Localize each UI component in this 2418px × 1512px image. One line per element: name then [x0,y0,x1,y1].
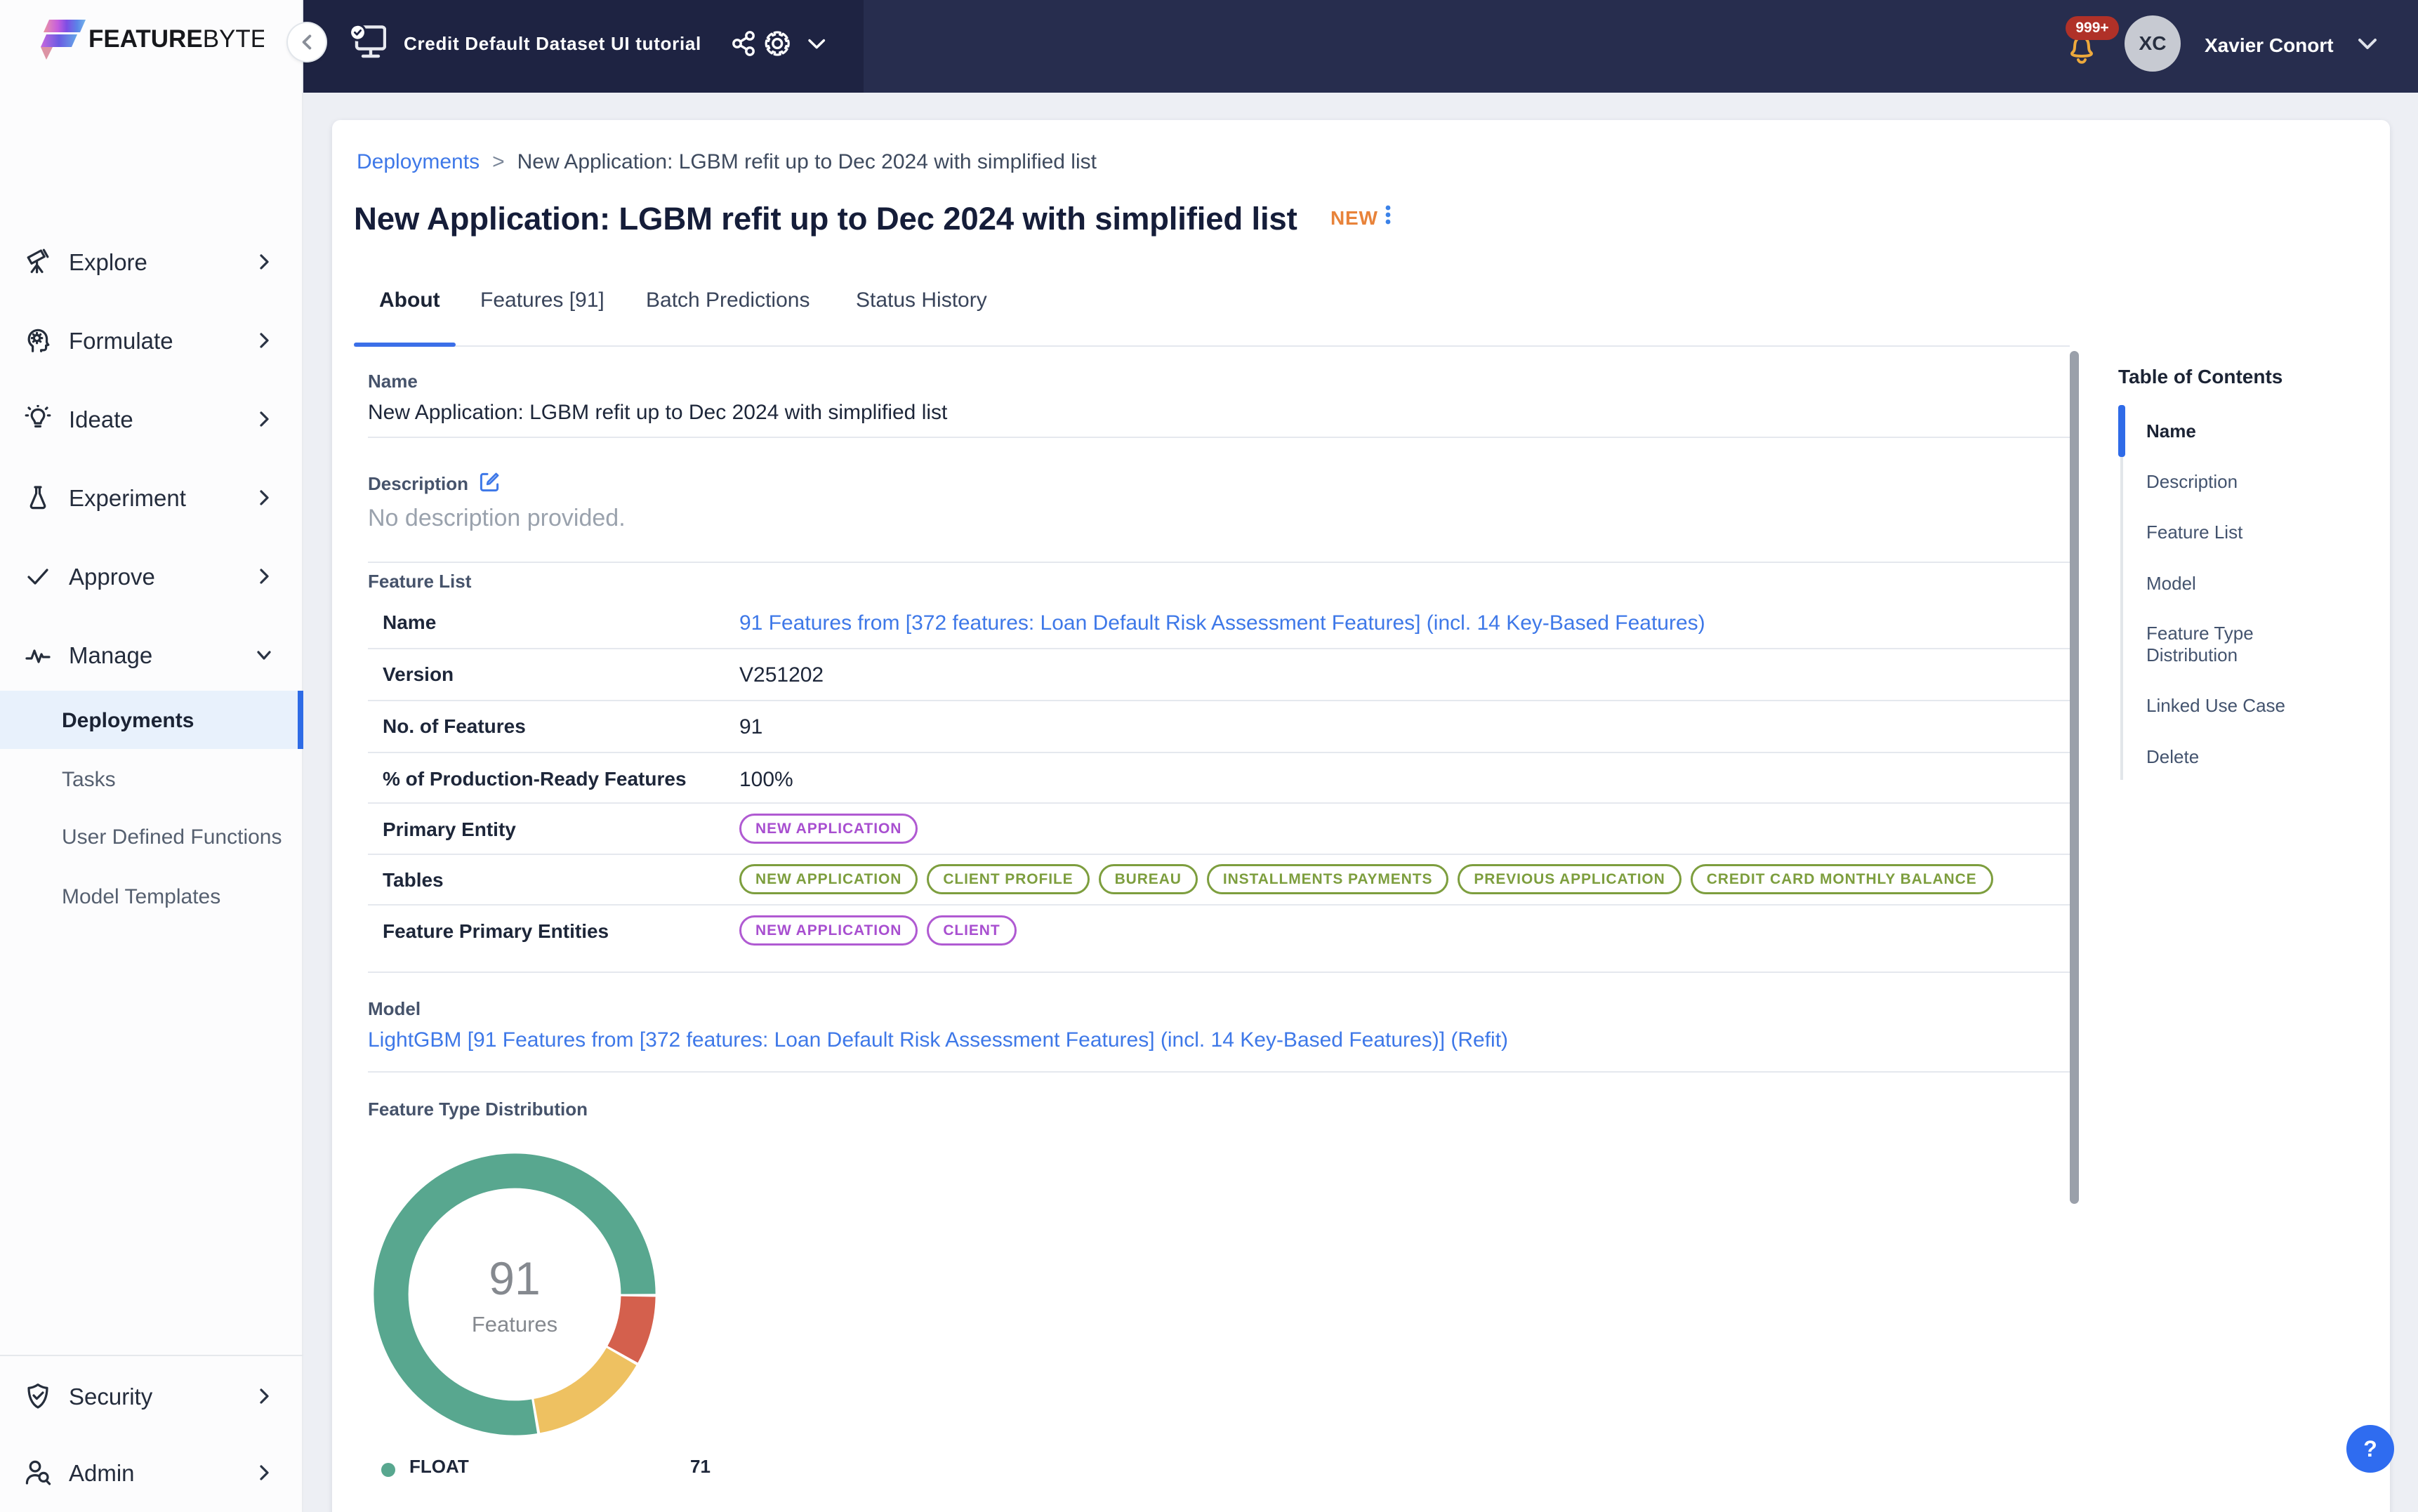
svg-text:FEATUREBYTE: FEATUREBYTE [88,25,264,53]
